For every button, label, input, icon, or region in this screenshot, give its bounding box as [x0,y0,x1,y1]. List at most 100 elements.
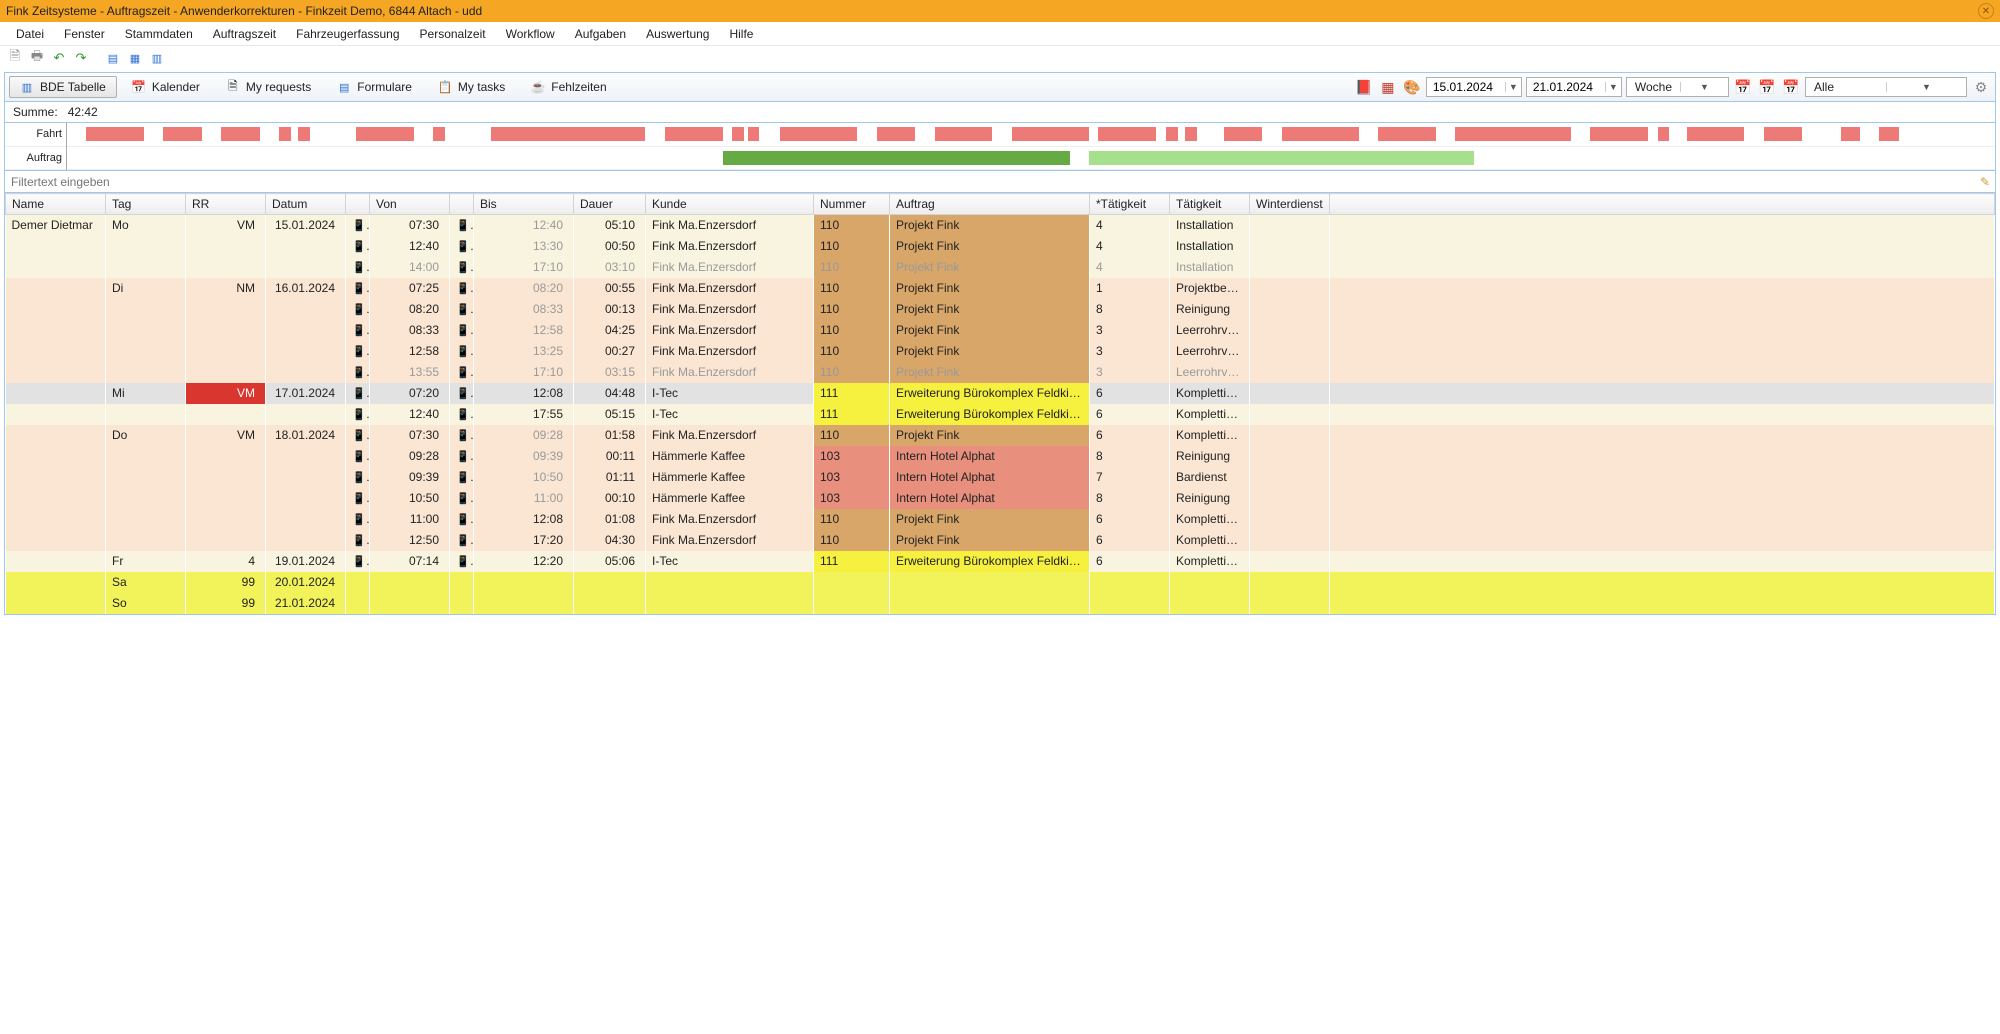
col-name[interactable]: Name [6,194,106,215]
tab-my-requests[interactable]: 🗎My requests [215,76,322,98]
menu-auswertung[interactable]: Auswertung [636,24,719,44]
timeline: Fahrt Auftrag [4,123,1996,171]
table-row[interactable]: 12:5017:2004:30Fink Ma.Enzersdorf110Proj… [6,530,1995,551]
chevron-down-icon[interactable]: ▼ [1605,82,1621,92]
doc-icon: 🗎 [226,80,240,94]
table-row[interactable]: 09:3910:5001:11Hämmerle Kaffee103Intern … [6,467,1995,488]
table-icon: ▥ [20,80,34,94]
tab-label: Kalender [152,80,200,94]
table-row[interactable]: So9921.01.2024 [6,593,1995,614]
col-rr[interactable]: RR [186,194,266,215]
table-row[interactable]: 11:0012:0801:08Fink Ma.Enzersdorf110Proj… [6,509,1995,530]
data-grid: NameTagRRDatum Von BisDauerKundeNummerAuft… [5,193,1995,614]
table-row[interactable]: Fr419.01.202407:1412:2005:06I-Tec111Erwe… [6,551,1995,572]
tab-label: My tasks [458,80,505,94]
table-row[interactable]: 09:2809:3900:11Hämmerle Kaffee103Intern … [6,446,1995,467]
table-row[interactable]: 08:3312:5804:25Fink Ma.Enzersdorf110Proj… [6,320,1995,341]
col-tag[interactable]: Tag [106,194,186,215]
grid-header-row: NameTagRRDatum Von BisDauerKundeNummerAuft… [6,194,1995,215]
filter-value: Alle [1806,80,1886,94]
col-von[interactable]: Von [370,194,450,215]
pdf-icon[interactable]: 🗎 [6,49,24,67]
grid-container: NameTagRRDatum Von BisDauerKundeNummerAuft… [4,193,1996,615]
chevron-down-icon[interactable]: ▼ [1505,82,1521,92]
col-bis[interactable]: Bis [474,194,574,215]
pencil-icon[interactable]: ✎ [1975,175,1995,189]
menu-fenster[interactable]: Fenster [54,24,115,44]
chevron-down-icon[interactable]: ▼ [1886,82,1966,92]
menu-datei[interactable]: Datei [6,24,54,44]
menu-aufgaben[interactable]: Aufgaben [565,24,636,44]
calendar-grid-icon[interactable]: ▦ [1378,77,1398,97]
table-row[interactable]: 08:2008:3300:13Fink Ma.Enzersdorf110Proj… [6,299,1995,320]
menu-personalzeit[interactable]: Personalzeit [410,24,496,44]
menu-fahrzeugerfassung[interactable]: Fahrzeugerfassung [286,24,409,44]
calendar-blue-icon[interactable]: 📅 [1781,77,1801,97]
table-icon[interactable]: ▥ [148,49,166,67]
range-select[interactable]: Woche ▼ [1626,77,1729,97]
summary-value: 42:42 [68,105,98,119]
col-winterdienst[interactable]: Winterdienst [1250,194,1330,215]
calendar-orange-icon[interactable]: 📅 [1757,77,1777,97]
table-row[interactable]: 14:0017:1003:10Fink Ma.Enzersdorf110Proj… [6,257,1995,278]
chevron-down-icon[interactable]: ▼ [1680,82,1728,92]
table-row[interactable]: 12:4017:5505:15I-Tec111Erweiterung Bürok… [6,404,1995,425]
tab-label: BDE Tabelle [40,80,106,94]
tab-label: Formulare [357,80,412,94]
summary-bar: Summe: 42:42 [4,102,1996,123]
date-to-input[interactable] [1527,80,1605,94]
menubar: DateiFensterStammdatenAuftragszeitFahrze… [0,22,2000,46]
date-from-input[interactable] [1427,80,1505,94]
col-kunde[interactable]: Kunde [646,194,814,215]
grid-icon[interactable]: ▦ [126,49,144,67]
tab-kalender[interactable]: 📅Kalender [121,76,211,98]
table-row[interactable]: 12:4013:3000:50Fink Ma.Enzersdorf110Proj… [6,236,1995,257]
table-row[interactable]: DiNM16.01.202407:2508:2000:55Fink Ma.Enz… [6,278,1995,299]
col-datum[interactable]: Datum [266,194,346,215]
timeline-track-auftrag [67,147,1995,171]
menu-stammdaten[interactable]: Stammdaten [115,24,203,44]
undo-icon[interactable]: ↶ [50,49,68,67]
print-icon[interactable]: 🖶 [28,49,46,67]
menu-workflow[interactable]: Workflow [496,24,565,44]
col-icon[interactable] [346,194,370,215]
filter-input[interactable] [5,175,1975,189]
col-icon[interactable] [1330,194,1995,215]
small-toolbar: 🗎 🖶 ↶ ↷ ▤ ▦ ▥ [0,46,2000,70]
filter-select[interactable]: Alle ▼ [1805,77,1967,97]
col-auftrag[interactable]: Auftrag [890,194,1090,215]
range-value: Woche [1627,80,1680,94]
date-from[interactable]: ▼ [1426,77,1522,97]
tab-fehlzeiten[interactable]: ☕Fehlzeiten [520,76,617,98]
tab-bde-tabelle[interactable]: ▥ BDE Tabelle [9,76,117,98]
summary-label: Summe: [13,105,58,119]
menu-auftragszeit[interactable]: Auftragszeit [203,24,286,44]
table-row[interactable]: Sa9920.01.2024 [6,572,1995,593]
table-row[interactable]: 13:5517:1003:15Fink Ma.Enzersdorf110Proj… [6,362,1995,383]
pdf-export-icon[interactable]: 📕 [1354,77,1374,97]
doc-icon[interactable]: ▤ [104,49,122,67]
table-row[interactable]: DoVM18.01.202407:3009:2801:58Fink Ma.Enz… [6,425,1995,446]
timeline-track-fahrt [67,123,1995,147]
timeline-label-fahrt: Fahrt [5,123,66,147]
table-row[interactable]: 12:5813:2500:27Fink Ma.Enzersdorf110Proj… [6,341,1995,362]
close-icon[interactable]: ✕ [1978,3,1994,19]
tab-my-tasks[interactable]: 📋My tasks [427,76,516,98]
calendar-red-icon[interactable]: 📅 [1733,77,1753,97]
tab-formulare[interactable]: ▤Formulare [326,76,423,98]
col-ttigkeit[interactable]: Tätigkeit [1170,194,1250,215]
date-to[interactable]: ▼ [1526,77,1622,97]
titlebar: Fink Zeitsysteme - Auftragszeit - Anwend… [0,0,2000,22]
gear-icon[interactable]: ⚙ [1971,77,1991,97]
table-row[interactable]: MiVM17.01.202407:2012:0804:48I-Tec111Erw… [6,383,1995,404]
tab-label: Fehlzeiten [551,80,606,94]
col-icon[interactable] [450,194,474,215]
col-ttigkeit[interactable]: *Tätigkeit [1090,194,1170,215]
table-row[interactable]: 10:5011:0000:10Hämmerle Kaffee103Intern … [6,488,1995,509]
col-nummer[interactable]: Nummer [814,194,890,215]
redo-icon[interactable]: ↷ [72,49,90,67]
palette-icon[interactable]: 🎨 [1402,77,1422,97]
col-dauer[interactable]: Dauer [574,194,646,215]
table-row[interactable]: Demer DietmarMoVM15.01.202407:3012:4005:… [6,215,1995,236]
menu-hilfe[interactable]: Hilfe [719,24,763,44]
